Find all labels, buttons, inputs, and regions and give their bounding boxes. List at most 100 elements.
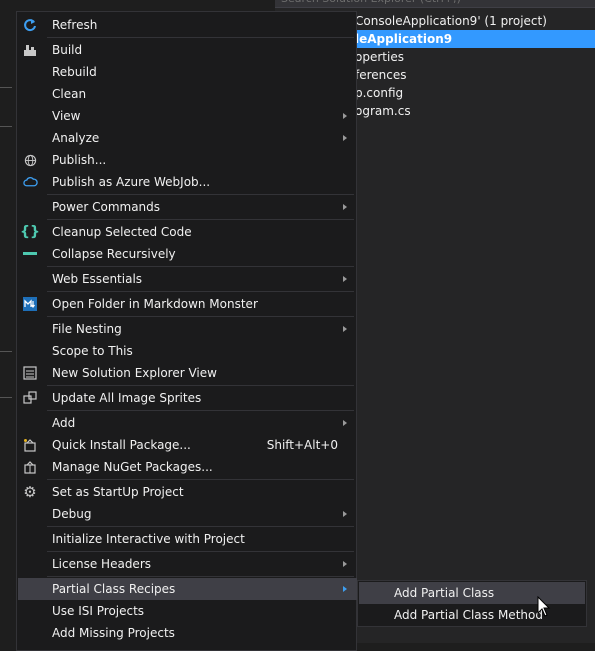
menu-separator	[47, 410, 354, 411]
submenu-arrow-icon	[343, 113, 347, 119]
menu-item-view[interactable]: View	[18, 105, 357, 127]
mouse-cursor-icon	[537, 596, 551, 617]
build-icon	[22, 42, 38, 58]
menu-item-refresh[interactable]: Refresh	[18, 14, 357, 36]
menu-item-debug[interactable]: Debug	[18, 503, 357, 525]
markdown-icon	[22, 296, 38, 312]
menu-separator	[47, 266, 354, 267]
menu-item-collapse-recursively[interactable]: Collapse Recursively	[18, 243, 357, 265]
menu-item-label: New Solution Explorer View	[52, 366, 217, 380]
menu-item-initialize-interactive[interactable]: Initialize Interactive with Project	[18, 528, 357, 550]
menu-item-license-headers[interactable]: License Headers	[18, 553, 357, 575]
submenu-arrow-icon	[343, 561, 347, 567]
edge-divider	[0, 351, 12, 352]
submenu-arrow-icon	[343, 326, 347, 332]
menu-item-label: Collapse Recursively	[52, 247, 176, 261]
menu-item-label: Power Commands	[52, 200, 161, 214]
menu-item-add-missing-projects[interactable]: Add Missing Projects	[18, 622, 357, 644]
menu-item-rebuild[interactable]: Rebuild	[18, 61, 357, 83]
menu-item-scope-to-this[interactable]: Scope to This	[18, 340, 357, 362]
braces-icon: {}	[20, 224, 40, 240]
menu-item-publish[interactable]: Publish...	[18, 149, 357, 171]
menu-item-label: Open Folder in Markdown Monster	[52, 297, 258, 311]
menu-item-use-isi-projects[interactable]: Use ISI Projects	[18, 600, 357, 622]
package-icon	[22, 437, 38, 453]
submenu-item-label: Add Partial Class Method	[394, 608, 543, 622]
menu-item-manage-nuget[interactable]: Manage NuGet Packages...	[18, 456, 357, 478]
menu-item-label: Publish as Azure WebJob...	[52, 175, 211, 189]
menu-item-power-commands[interactable]: Power Commands	[18, 196, 357, 218]
menu-item-analyze[interactable]: Analyze	[18, 127, 357, 149]
submenu-arrow-icon	[343, 586, 347, 592]
menu-item-label: Refresh	[52, 18, 98, 32]
menu-separator	[47, 385, 354, 386]
submenu-arrow-icon	[343, 420, 347, 426]
menu-item-label: Quick Install Package...	[52, 438, 191, 452]
menu-item-label: Add Missing Projects	[52, 626, 175, 640]
menu-separator	[47, 551, 354, 552]
menu-separator	[47, 479, 354, 480]
collapse-icon	[22, 246, 38, 262]
menu-separator	[47, 526, 354, 527]
menu-item-label: Analyze	[52, 131, 100, 145]
menu-item-label: View	[52, 109, 81, 123]
menu-item-label: Build	[52, 43, 83, 57]
menu-item-build[interactable]: Build	[18, 39, 357, 61]
menu-separator	[47, 37, 354, 38]
menu-item-web-essentials[interactable]: Web Essentials	[18, 268, 357, 290]
menu-item-label: Web Essentials	[52, 272, 143, 286]
menu-item-label: Rebuild	[52, 65, 97, 79]
menu-item-label: Use ISI Projects	[52, 604, 145, 618]
menu-item-quick-install-package[interactable]: Quick Install Package... Shift+Alt+0	[18, 434, 357, 456]
menu-item-label: Update All Image Sprites	[52, 391, 202, 405]
edge-divider	[0, 126, 12, 127]
refresh-icon	[22, 17, 38, 33]
partial-class-submenu: Add Partial Class Add Partial Class Meth…	[357, 580, 587, 627]
globe-icon	[22, 152, 38, 168]
menu-item-shortcut: Shift+Alt+0	[266, 438, 338, 452]
menu-item-file-nesting[interactable]: File Nesting	[18, 318, 357, 340]
new-view-icon	[22, 365, 38, 381]
menu-item-label: Set as StartUp Project	[52, 485, 184, 499]
nuget-icon	[22, 459, 38, 475]
submenu-arrow-icon	[343, 204, 347, 210]
menu-separator	[47, 219, 354, 220]
menu-item-label: Cleanup Selected Code	[52, 225, 192, 239]
menu-separator	[47, 316, 354, 317]
submenu-arrow-icon	[343, 276, 347, 282]
search-input[interactable]: Search Solution Explorer (Ctrl+;)	[275, 0, 595, 8]
edge-divider	[0, 87, 12, 88]
menu-item-cleanup-code[interactable]: {} Cleanup Selected Code	[18, 221, 357, 243]
submenu-item-add-partial-class-method[interactable]: Add Partial Class Method	[359, 604, 585, 626]
menu-item-publish-azure[interactable]: Publish as Azure WebJob...	[18, 171, 357, 193]
menu-item-label: Partial Class Recipes	[52, 582, 176, 596]
menu-item-set-startup[interactable]: ⚙ Set as StartUp Project	[18, 481, 357, 503]
cloud-icon	[22, 174, 38, 190]
menu-item-add[interactable]: Add	[18, 412, 357, 434]
menu-item-clean[interactable]: Clean	[18, 83, 357, 105]
sprites-icon	[22, 390, 38, 406]
menu-item-label: File Nesting	[52, 322, 122, 336]
context-menu: Refresh Build Rebuild Clean View Analyze…	[16, 11, 357, 651]
menu-separator	[47, 576, 354, 577]
menu-item-label: Manage NuGet Packages...	[52, 460, 213, 474]
menu-item-label: Publish...	[52, 153, 107, 167]
menu-item-new-solution-view[interactable]: New Solution Explorer View	[18, 362, 357, 384]
menu-item-label: Scope to This	[52, 344, 133, 358]
menu-item-label: Add	[52, 416, 76, 430]
submenu-item-add-partial-class[interactable]: Add Partial Class	[359, 582, 585, 604]
submenu-item-label: Add Partial Class	[394, 586, 495, 600]
submenu-arrow-icon	[343, 511, 347, 517]
menu-item-label: License Headers	[52, 557, 151, 571]
menu-separator	[47, 194, 354, 195]
menu-separator	[47, 291, 354, 292]
menu-item-partial-class-recipes[interactable]: Partial Class Recipes	[18, 578, 357, 600]
gear-icon: ⚙	[23, 483, 37, 501]
menu-item-markdown-monster[interactable]: Open Folder in Markdown Monster	[18, 293, 357, 315]
menu-item-label: Initialize Interactive with Project	[52, 532, 245, 546]
menu-item-label: Clean	[52, 87, 87, 101]
menu-item-update-sprites[interactable]: Update All Image Sprites	[18, 387, 357, 409]
menu-item-label: Debug	[52, 507, 92, 521]
submenu-arrow-icon	[343, 135, 347, 141]
edge-divider	[0, 397, 12, 398]
